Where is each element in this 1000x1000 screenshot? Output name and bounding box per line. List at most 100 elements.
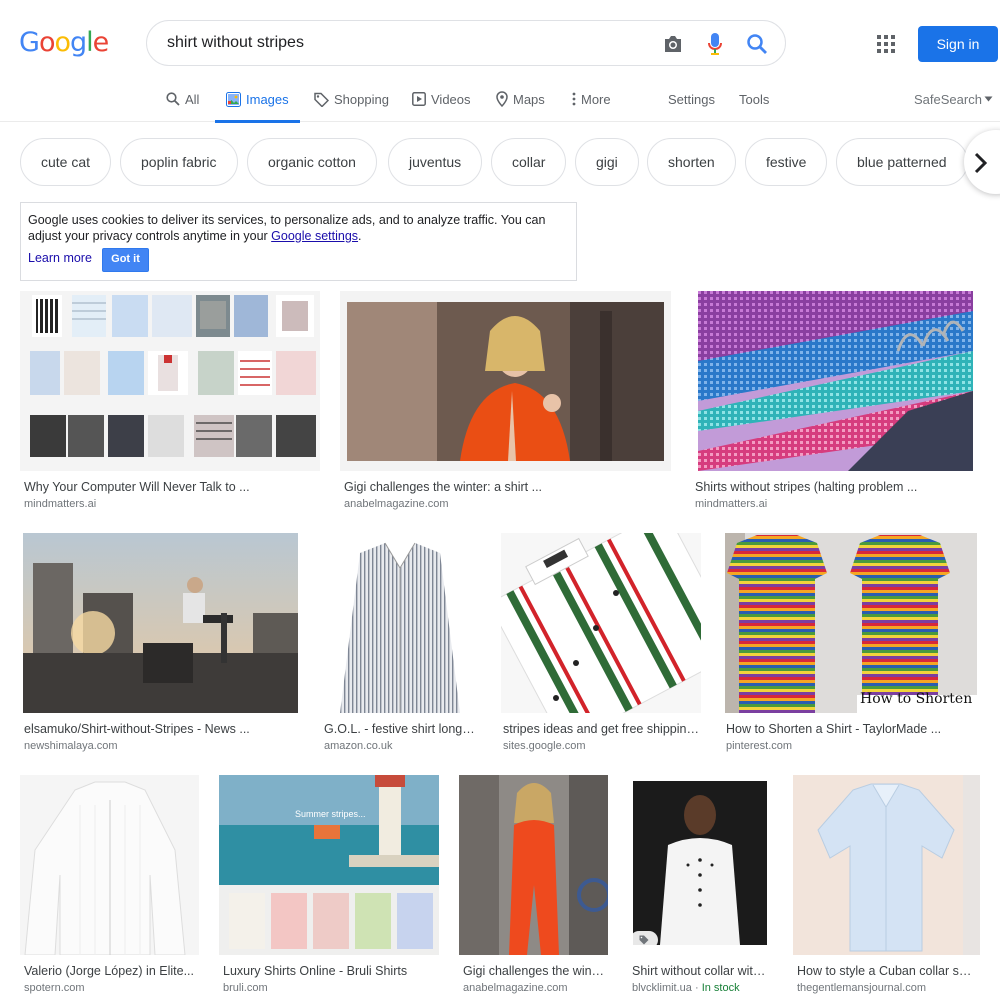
result-title[interactable]: stripes ideas and get free shipping... [503, 722, 699, 736]
caret-down-icon [984, 96, 993, 102]
safesearch-label: SafeSearch [914, 91, 982, 107]
google-logo[interactable]: Google [19, 25, 109, 61]
tab-label: Shopping [334, 91, 389, 107]
image-result[interactable]: G.O.L. - festive shirt long sleeve... am… [320, 533, 480, 753]
image-result[interactable]: Gigi challenges the winter: a shirt ... … [340, 291, 671, 511]
tab-more[interactable]: More [572, 76, 611, 122]
chip-poplin-fabric[interactable]: poplin fabric [120, 138, 238, 186]
image-result[interactable]: Shirts without stripes (halting problem … [691, 291, 981, 511]
result-title[interactable]: G.O.L. - festive shirt long sleeve... [324, 722, 476, 736]
result-title[interactable]: Shirt without collar with... [632, 964, 770, 978]
chips-next-button[interactable] [964, 130, 1000, 194]
camera-icon[interactable] [661, 32, 685, 56]
product-tag-badge [630, 931, 658, 949]
image-result[interactable]: Shirt without collar with... blvcklimit.… [628, 775, 773, 997]
result-thumbnail[interactable] [793, 775, 980, 955]
apps-grid-icon[interactable] [874, 32, 898, 56]
image-result[interactable]: Valerio (Jorge López) in Elite... spoter… [20, 775, 200, 997]
image-result[interactable]: Why Your Computer Will Never Talk to ...… [20, 291, 320, 511]
search-input[interactable] [167, 31, 647, 55]
result-thumbnail[interactable] [23, 533, 298, 713]
result-thumbnail[interactable] [628, 775, 772, 955]
tab-label: Images [246, 91, 289, 107]
result-thumbnail[interactable]: How to Shorten [725, 533, 977, 713]
result-thumbnail[interactable] [501, 533, 701, 713]
image-result[interactable]: stripes ideas and get free shipping... s… [499, 533, 701, 753]
image-result[interactable]: How to style a Cuban collar shirt... the… [793, 775, 981, 997]
map-pin-icon [496, 91, 508, 107]
chip-blue-patterned[interactable]: blue patterned [836, 138, 968, 186]
search-tabs: All Images Shopping Videos Maps More Set… [0, 76, 1000, 123]
result-title[interactable]: How to style a Cuban collar shirt... [797, 964, 973, 978]
logo-letter: o [54, 27, 71, 58]
sign-in-button[interactable]: Sign in [918, 26, 998, 62]
result-thumbnail[interactable] [20, 291, 320, 471]
result-thumbnail[interactable] [20, 775, 199, 955]
result-title[interactable]: How to Shorten a Shirt - TaylorMade ... [726, 722, 976, 736]
learn-more-link[interactable]: Learn more [28, 251, 92, 267]
play-icon [412, 92, 426, 106]
in-stock-label: In stock [701, 982, 740, 994]
thumbnail-overlay-text: Summer stripes... [295, 809, 366, 819]
chip-festive[interactable]: festive [745, 138, 828, 186]
chip-collar[interactable]: collar [491, 138, 567, 186]
result-source: anabelmagazine.com [463, 982, 568, 994]
chip-organic-cotton[interactable]: organic cotton [247, 138, 377, 186]
microphone-icon[interactable] [703, 32, 727, 56]
result-source: spotern.com [24, 982, 85, 994]
tools-link[interactable]: Tools [739, 76, 769, 122]
search-box [146, 20, 786, 66]
result-title[interactable]: elsamuko/Shirt-without-Stripes - News ..… [24, 722, 254, 736]
image-icon [226, 91, 241, 107]
tab-label: Maps [513, 91, 545, 107]
safesearch-dropdown[interactable]: SafeSearch [914, 76, 993, 122]
result-thumbnail[interactable] [340, 291, 671, 471]
image-result[interactable]: elsamuko/Shirt-without-Stripes - News ..… [20, 533, 300, 753]
result-source: blvcklimit.ua [632, 982, 692, 994]
result-thumbnail[interactable]: Summer stripes... [219, 775, 439, 955]
chevron-right-icon [974, 152, 988, 174]
image-result[interactable]: Summer stripes... Luxury Shirts Online -… [219, 775, 439, 997]
tab-all[interactable]: All [166, 76, 199, 122]
image-result[interactable]: Gigi challenges the winter... anabelmaga… [459, 775, 609, 997]
result-thumbnail[interactable] [459, 775, 608, 955]
result-source: bruli.com [223, 982, 268, 994]
result-title[interactable]: Shirts without stripes (halting problem … [695, 480, 975, 494]
result-title[interactable]: Valerio (Jorge López) in Elite... [24, 964, 194, 978]
cookie-notice: Google uses cookies to deliver its servi… [20, 202, 577, 281]
result-source: amazon.co.uk [324, 740, 393, 752]
result-source: newshimalaya.com [24, 740, 118, 752]
result-thumbnail[interactable] [320, 533, 479, 713]
tab-shopping[interactable]: Shopping [314, 76, 389, 122]
chip-shorten[interactable]: shorten [647, 138, 736, 186]
more-vert-icon [572, 92, 576, 106]
tab-videos[interactable]: Videos [412, 76, 471, 122]
tab-images[interactable]: Images [215, 76, 300, 123]
tab-label: All [185, 91, 200, 107]
result-source: sites.google.com [503, 740, 586, 752]
got-it-button[interactable]: Got it [102, 248, 149, 272]
result-source: mindmatters.ai [695, 498, 768, 510]
chip-juventus[interactable]: juventus [388, 138, 483, 186]
tab-maps[interactable]: Maps [496, 76, 545, 122]
result-title[interactable]: Luxury Shirts Online - Bruli Shirts [223, 964, 433, 978]
result-title[interactable]: Gigi challenges the winter: a shirt ... [344, 480, 665, 494]
result-title[interactable]: Gigi challenges the winter... [463, 964, 606, 978]
tag-icon [314, 92, 329, 107]
chip-gigi[interactable]: gigi [575, 138, 639, 186]
image-result[interactable]: How to Shorten How to Shorten a Shirt - … [722, 533, 980, 753]
logo-letter: g [70, 27, 87, 58]
result-title[interactable]: Why Your Computer Will Never Talk to ... [24, 480, 314, 494]
thumbnail-overlay-text: How to Shorten [860, 691, 973, 707]
cookie-text-end: . [358, 228, 362, 243]
tab-label: Videos [431, 91, 471, 107]
logo-letter: e [92, 27, 110, 58]
google-settings-link[interactable]: Google settings [271, 229, 358, 243]
settings-link[interactable]: Settings [668, 76, 715, 122]
search-icon [166, 92, 180, 106]
tag-icon [639, 935, 649, 945]
result-source: anabelmagazine.com [344, 498, 449, 510]
result-thumbnail[interactable] [698, 291, 973, 471]
search-icon[interactable] [745, 32, 769, 56]
chip-cute-cat[interactable]: cute cat [20, 138, 112, 186]
